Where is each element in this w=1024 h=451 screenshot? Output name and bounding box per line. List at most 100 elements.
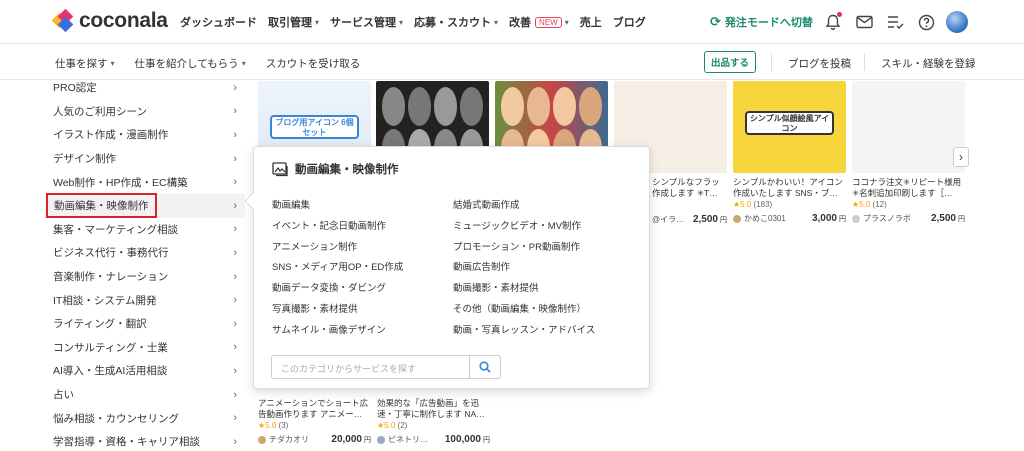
category-flyout-panel: 動画編集・映像制作 動画編集 結婚式動画作成 イベント・記念日動画制作 ミュージ… — [244, 146, 650, 389]
subcategory-link[interactable]: アニメーション制作 — [272, 239, 453, 260]
category-search-input[interactable]: このカテゴリからサービスを探す — [271, 355, 470, 379]
category-learning[interactable]: 学習指導・資格・キャリア相談 › — [45, 430, 245, 451]
seller-name: @イラ… — [652, 215, 685, 224]
subcategory-link[interactable]: 動画・写真レッスン・アドバイス — [453, 322, 634, 343]
seller-name: プラスノラボ — [863, 214, 911, 223]
subcategory-link[interactable]: 結婚式動画作成 — [453, 197, 634, 218]
subcategory-link[interactable]: サムネイル・画像デザイン — [272, 322, 453, 343]
service-price: 100,000 円 — [444, 434, 490, 445]
video-image-icon — [272, 161, 288, 176]
category-writing[interactable]: ライティング・翻訳 › — [45, 312, 245, 336]
todo-list-icon[interactable] — [884, 11, 906, 33]
top-header: coconala ダッシュボード 取引管理 ▾ サービス管理 ▾ 応募・スカウト ▾ … — [0, 0, 1024, 44]
category-popular-scenes[interactable]: 人気のご利用シーン › — [45, 100, 245, 124]
chevron-down-icon: ▾ — [399, 17, 404, 27]
new-badge: NEW — [535, 16, 562, 28]
seller-name: かめこ0301 — [744, 214, 786, 223]
chevron-right-icon: › — [233, 246, 237, 259]
find-work-menu[interactable]: 仕事を探す ▾ — [55, 56, 115, 71]
category-fortune[interactable]: 占い › — [45, 383, 245, 407]
post-blog-link[interactable]: ブログを投稿 — [788, 56, 851, 71]
receive-scout-link[interactable]: スカウトを受け取る — [266, 56, 361, 71]
subcategory-link[interactable]: その他（動画編集・映像制作） — [453, 301, 634, 322]
service-title: 効果的な「広告動画」を迅速・丁寧に制作します NA… — [377, 398, 485, 419]
service-rating: ★5.0 (12) — [852, 200, 887, 209]
subcategory-link[interactable]: ミュージックビデオ・MV制作 — [453, 218, 634, 239]
category-ai[interactable]: AI導入・生成AI活用相談 › — [45, 359, 245, 383]
category-design[interactable]: デザイン制作 › — [45, 147, 245, 171]
mail-icon[interactable] — [853, 11, 875, 33]
subcategory-link[interactable]: イベント・記念日動画制作 — [272, 218, 453, 239]
chevron-right-icon: › — [233, 270, 237, 283]
subcategory-link[interactable]: プロモーション・PR動画制作 — [453, 239, 634, 260]
search-icon — [479, 361, 491, 373]
service-price: 2,500 円 — [930, 213, 965, 224]
divider — [864, 53, 865, 71]
switch-to-buyer-mode-link[interactable]: ⟳ 発注モードへ切替 — [710, 14, 813, 30]
subcategory-link[interactable]: 動画編集 — [272, 197, 453, 218]
chevron-right-icon: › — [233, 128, 237, 141]
subcategory-link[interactable]: 写真撮影・素材提供 — [272, 301, 453, 322]
chevron-right-icon: › — [233, 294, 237, 307]
service-rating: ★5.0 (183) — [733, 200, 773, 209]
category-consulting[interactable]: コンサルティング・士業 › — [45, 336, 245, 360]
seller-name: チダカオリ — [269, 435, 309, 444]
panel-title[interactable]: 動画編集・映像制作 — [272, 161, 399, 177]
chevron-right-icon: › — [233, 223, 237, 236]
help-icon[interactable] — [915, 11, 937, 33]
service-price: 20,000 円 — [331, 434, 371, 445]
search-button[interactable] — [470, 355, 501, 379]
thumbnail-caption: シンプル似顔絵風アイコン — [745, 111, 834, 135]
nav-blog[interactable]: ブログ — [613, 14, 646, 30]
category-counseling[interactable]: 悩み相談・カウンセリング › — [45, 406, 245, 430]
nav-sales[interactable]: 売上 — [580, 14, 602, 30]
subcategory-link[interactable]: SNS・メディア用OP・ED作成 — [272, 259, 453, 280]
service-title: アニメーションでショート広告動画作ります アニメー… — [258, 398, 369, 419]
bell-icon[interactable] — [822, 11, 844, 33]
category-video-editing[interactable]: 動画編集・映像制作 › — [45, 193, 245, 219]
category-illustration[interactable]: イラスト作成・漫画制作 › — [45, 123, 245, 147]
divider — [771, 53, 772, 71]
service-price: 2,500 円 — [692, 214, 727, 225]
category-it[interactable]: IT相談・システム開発 › — [45, 288, 245, 312]
category-web[interactable]: Web制作・HP作成・EC構築 › — [45, 170, 245, 194]
introduce-work-menu[interactable]: 仕事を紹介してもらう ▾ — [135, 56, 246, 71]
category-list: PRO認定 › 人気のご利用シーン › イラスト作成・漫画制作 › デザイン制作 › W… — [45, 76, 245, 451]
nav-improvement[interactable]: 改善 NEW ▾ — [509, 14, 569, 30]
register-skills-link[interactable]: スキル・経験を登録 — [881, 56, 976, 71]
nav-transactions[interactable]: 取引管理 ▾ — [268, 14, 319, 30]
chevron-down-icon: ▾ — [315, 17, 320, 27]
category-marketing[interactable]: 集客・マーケティング相談 › — [45, 218, 245, 242]
logo-text: coconala — [79, 9, 168, 32]
service-thumbnail — [852, 81, 965, 173]
subcategory-link[interactable]: 動画広告制作 — [453, 259, 634, 280]
seller-avatar — [258, 435, 266, 444]
service-title: ココナラ注文✳リピート様用✳名刺追加印刷します［… — [852, 177, 962, 198]
service-card[interactable]: ココナラ注文✳リピート様用✳名刺追加印刷します［… ★5.0 (12) プラスノ… — [852, 81, 965, 224]
chevron-right-icon: › — [233, 81, 237, 94]
chevron-right-icon: › — [233, 388, 237, 401]
service-rating: ★5.0 (2) — [377, 421, 408, 430]
chevron-down-icon: ▾ — [241, 59, 246, 68]
service-card[interactable]: シンプル似顔絵風アイコン シンプルかわいい！アイコン作成いたします SNS・ブ…… — [733, 81, 846, 224]
chevron-down-icon: ▾ — [110, 59, 115, 68]
subcategory-link[interactable]: 動画データ変換・ダビング — [272, 280, 453, 301]
seller-name: ピネトリ… — [388, 435, 428, 444]
category-business[interactable]: ビジネス代行・事務代行 › — [45, 241, 245, 265]
highlight-box: 動画編集・映像制作 — [46, 193, 157, 219]
user-avatar[interactable] — [946, 11, 968, 33]
nav-service-management[interactable]: サービス管理 ▾ — [330, 14, 403, 30]
nav-dashboard[interactable]: ダッシュボード — [180, 14, 257, 30]
category-music[interactable]: 音楽制作・ナレーション › — [45, 265, 245, 289]
seller-avatar — [852, 214, 860, 223]
coconala-logo[interactable]: coconala — [51, 8, 168, 33]
chevron-right-icon: › — [233, 317, 237, 330]
subcategory-link[interactable]: 動画撮影・素材提供 — [453, 280, 634, 301]
category-pro-certified[interactable]: PRO認定 › — [45, 76, 245, 100]
service-rating: ★5.0 (3) — [258, 421, 289, 430]
carousel-next-button[interactable]: › — [953, 147, 969, 167]
chevron-right-icon: › — [233, 412, 237, 425]
chevron-right-icon: › — [233, 341, 237, 354]
nav-applications-scouts[interactable]: 応募・スカウト ▾ — [414, 14, 498, 30]
create-listing-button[interactable]: 出品する — [704, 51, 756, 73]
